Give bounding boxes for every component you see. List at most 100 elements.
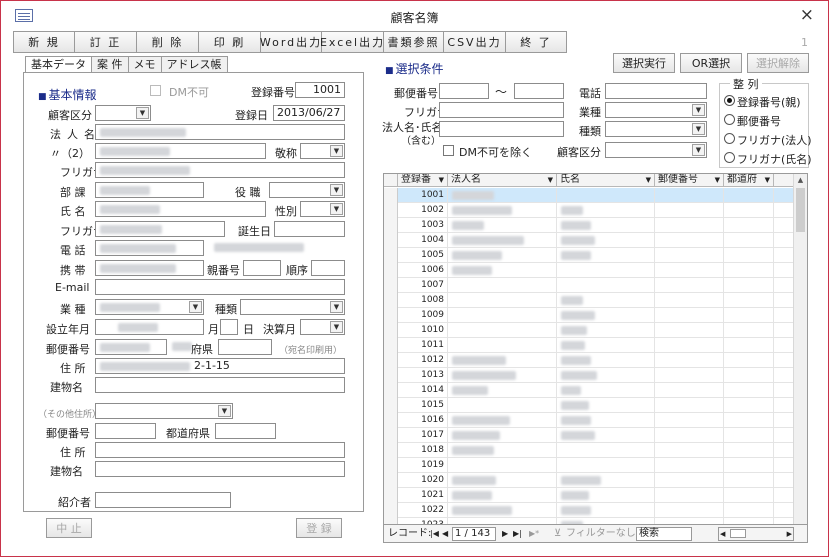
order-field[interactable] xyxy=(311,260,345,276)
tab-3[interactable]: アドレス帳 xyxy=(160,56,228,73)
birthday-field[interactable] xyxy=(274,221,345,237)
search-phone-field[interactable] xyxy=(605,83,707,99)
chevron-down-icon[interactable]: ▼ xyxy=(330,301,343,313)
title-select[interactable]: ▼ xyxy=(269,182,345,198)
table-row[interactable]: 1009 xyxy=(384,308,794,323)
reg-date-field[interactable]: 2013/06/27 xyxy=(273,105,345,121)
horizontal-scrollbar[interactable]: ◀ ▶ xyxy=(718,527,794,541)
chevron-down-icon[interactable]: ▼ xyxy=(692,104,705,116)
tab-1[interactable]: 案 件 xyxy=(91,56,129,73)
chevron-down-icon[interactable]: ▼ xyxy=(715,174,720,186)
building-field[interactable] xyxy=(95,377,345,393)
row-selector[interactable] xyxy=(384,188,398,203)
scroll-right-icon[interactable]: ▶ xyxy=(787,528,792,540)
table-row[interactable]: 1001 xyxy=(384,188,794,203)
row-selector[interactable] xyxy=(384,308,398,323)
furigana-field[interactable] xyxy=(95,162,345,178)
h-scroll-thumb[interactable] xyxy=(730,529,746,538)
close-icon[interactable]: × xyxy=(800,5,814,25)
chevron-down-icon[interactable]: ▼ xyxy=(692,123,705,135)
customer-class-select[interactable]: ▼ xyxy=(95,105,151,121)
dept-field[interactable] xyxy=(95,182,204,198)
address2-field[interactable] xyxy=(95,442,345,458)
building2-field[interactable] xyxy=(95,461,345,477)
table-row[interactable]: 1017 xyxy=(384,428,794,443)
chevron-down-icon[interactable]: ▼ xyxy=(646,174,651,186)
chevron-down-icon[interactable]: ▼ xyxy=(692,144,705,156)
row-selector[interactable] xyxy=(384,368,398,383)
toolbar-button[interactable]: 書類参照 xyxy=(383,31,444,53)
prev-record-icon[interactable]: ◀ xyxy=(442,527,448,540)
sort-radio-0[interactable] xyxy=(724,95,735,106)
table-row[interactable]: 1023 xyxy=(384,518,794,524)
established-month-field[interactable] xyxy=(220,319,238,335)
sort-radio-3[interactable] xyxy=(724,152,735,163)
search-name-field[interactable] xyxy=(439,121,564,137)
register-button[interactable]: 登 録 xyxy=(296,518,342,538)
column-header-4[interactable]: 都道府 ▼ xyxy=(724,174,774,187)
sort-radio-2[interactable] xyxy=(724,133,735,144)
row-selector[interactable] xyxy=(384,338,398,353)
table-row[interactable]: 1022 xyxy=(384,503,794,518)
other-address-select[interactable]: ▼ xyxy=(95,403,233,419)
table-row[interactable]: 1002 xyxy=(384,203,794,218)
row-selector[interactable] xyxy=(384,293,398,308)
tab-2[interactable]: メモ xyxy=(127,56,162,73)
scroll-thumb[interactable] xyxy=(796,188,805,232)
fiscal-month-select[interactable]: ▼ xyxy=(300,319,345,335)
first-record-icon[interactable]: |◀ xyxy=(430,527,439,540)
toolbar-button[interactable]: 削 除 xyxy=(136,31,199,53)
search-kind-select[interactable]: ▼ xyxy=(605,121,707,137)
table-row[interactable]: 1021 xyxy=(384,488,794,503)
select-all-corner[interactable] xyxy=(384,174,398,187)
mobile-field[interactable] xyxy=(95,260,204,276)
new-record-icon[interactable]: ▶* xyxy=(529,527,539,540)
row-selector[interactable] xyxy=(384,503,398,518)
row-selector[interactable] xyxy=(384,233,398,248)
search-industry-select[interactable]: ▼ xyxy=(605,102,707,118)
address-field[interactable]: 2-1-15 xyxy=(95,358,345,374)
gender-select[interactable]: ▼ xyxy=(300,201,345,217)
row-selector[interactable] xyxy=(384,278,398,293)
pref-field[interactable] xyxy=(218,339,272,355)
table-row[interactable]: 1020 xyxy=(384,473,794,488)
chevron-down-icon[interactable]: ▼ xyxy=(548,174,553,186)
toolbar-button[interactable]: 訂 正 xyxy=(74,31,137,53)
pref2-field[interactable] xyxy=(215,423,276,439)
row-selector[interactable] xyxy=(384,353,398,368)
corp-name-field[interactable] xyxy=(95,124,345,140)
row-selector[interactable] xyxy=(384,413,398,428)
record-search-field[interactable]: 検索 xyxy=(636,527,692,541)
exclude-dm-checkbox[interactable] xyxy=(443,145,454,156)
phone-field[interactable] xyxy=(95,240,204,256)
chevron-down-icon[interactable]: ▼ xyxy=(330,184,343,196)
next-record-icon[interactable]: ▶ xyxy=(502,527,508,540)
table-row[interactable]: 1015 xyxy=(384,398,794,413)
toolbar-button[interactable]: Word出力 xyxy=(260,31,322,53)
established-year-field[interactable] xyxy=(95,319,204,335)
clear-selection-button[interactable]: 選択解除 xyxy=(747,53,809,73)
row-selector[interactable] xyxy=(384,203,398,218)
search-customer-class-select[interactable]: ▼ xyxy=(605,142,707,158)
row-selector[interactable] xyxy=(384,443,398,458)
toolbar-button[interactable]: 印 刷 xyxy=(198,31,261,53)
current-record-field[interactable]: 1 / 143 xyxy=(452,527,496,541)
column-header-0[interactable]: 登録番 ▼ xyxy=(398,174,448,187)
row-selector[interactable] xyxy=(384,458,398,473)
toolbar-button[interactable]: Excel出力 xyxy=(320,31,384,53)
person-name-field[interactable] xyxy=(95,201,266,217)
chevron-down-icon[interactable]: ▼ xyxy=(765,174,770,186)
row-selector[interactable] xyxy=(384,248,398,263)
toolbar-button[interactable]: 終 了 xyxy=(505,31,567,53)
table-row[interactable]: 1010 xyxy=(384,323,794,338)
run-selection-button[interactable]: 選択実行 xyxy=(613,53,675,73)
table-row[interactable]: 1004 xyxy=(384,233,794,248)
furigana2-field[interactable] xyxy=(95,221,225,237)
search-zip-from[interactable] xyxy=(439,83,489,99)
row-selector[interactable] xyxy=(384,428,398,443)
column-header-2[interactable]: 氏名 ▼ xyxy=(557,174,655,187)
filter-status[interactable]: フィルターなし xyxy=(566,527,636,540)
row-selector[interactable] xyxy=(384,383,398,398)
table-row[interactable]: 1018 xyxy=(384,443,794,458)
chevron-down-icon[interactable]: ▼ xyxy=(330,203,343,215)
